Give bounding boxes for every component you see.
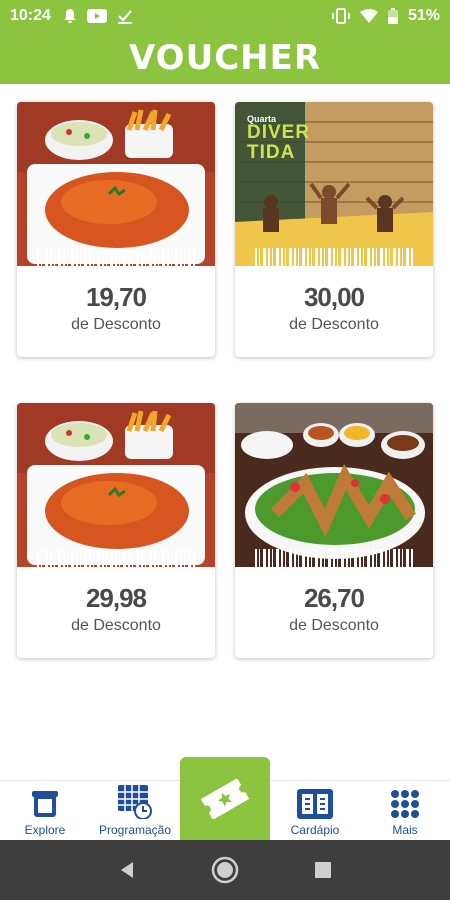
voucher-card[interactable]: 29,98 de Desconto [17, 403, 215, 658]
voucher-discount-amount: 19,70 [85, 282, 147, 312]
voucher-discount-amount: 29,98 [85, 583, 147, 613]
voucher-discount-label: de Desconto [71, 316, 161, 333]
nav-label-mais: Mais [392, 823, 418, 837]
grilled-dish-image [235, 403, 433, 567]
voucher-card[interactable]: 19,70 de Desconto [17, 102, 215, 357]
battery-icon [387, 8, 398, 24]
food-plate-image [17, 403, 215, 567]
system-navigation-bar [0, 840, 450, 900]
promo-title-line1: DIVER [247, 122, 311, 143]
battery-percentage: 51% [407, 7, 440, 24]
voucher-discount-amount: 26,70 [303, 583, 365, 613]
voucher-discount-label: de Desconto [289, 316, 379, 333]
download-check-icon [117, 10, 132, 24]
barcode-strip [255, 248, 413, 266]
water-park-image: Quarta DIVER TIDA [235, 102, 433, 266]
grid-dots-icon [391, 790, 419, 818]
page-title: VOUCHER [128, 38, 322, 78]
barcode-strip [37, 248, 195, 266]
nav-item-explore[interactable]: Explore [0, 781, 90, 841]
nav-item-voucher[interactable] [180, 757, 270, 840]
youtube-icon [86, 9, 107, 23]
bell-icon [63, 9, 76, 23]
voucher-discount-label: de Desconto [289, 617, 379, 634]
barcode-strip [255, 549, 413, 567]
explore-icon [32, 791, 58, 817]
voucher-discount-amount: 30,00 [303, 282, 365, 312]
voucher-card[interactable]: 26,70 de Desconto [235, 403, 433, 658]
nav-item-mais[interactable]: Mais [360, 781, 450, 841]
barcode-strip [37, 549, 195, 567]
calendar-icon [118, 785, 152, 819]
back-icon[interactable] [117, 860, 137, 880]
nav-label-programacao: Programação [98, 823, 172, 837]
wifi-icon [359, 9, 378, 23]
menu-book-icon [297, 789, 333, 819]
home-icon[interactable] [211, 856, 239, 884]
ticket-icon [200, 778, 250, 819]
status-bar: 10:24 51% [0, 0, 450, 32]
food-plate-image [17, 102, 215, 266]
voucher-discount-label: de Desconto [71, 617, 161, 634]
promo-title-line2: TIDA [247, 142, 296, 163]
app-header: VOUCHER [0, 32, 450, 84]
vibrate-icon [331, 8, 350, 24]
nav-label-cardapio: Cardápio [290, 823, 340, 837]
nav-item-cardapio[interactable]: Cardápio [270, 781, 360, 841]
nav-item-programacao[interactable]: Programação [90, 781, 180, 841]
recents-icon[interactable] [313, 860, 333, 880]
status-time: 10:24 [10, 7, 51, 24]
voucher-card[interactable]: Quarta DIVER TIDA 30,00 de Desconto [235, 102, 433, 357]
nav-label-explore: Explore [24, 823, 66, 837]
